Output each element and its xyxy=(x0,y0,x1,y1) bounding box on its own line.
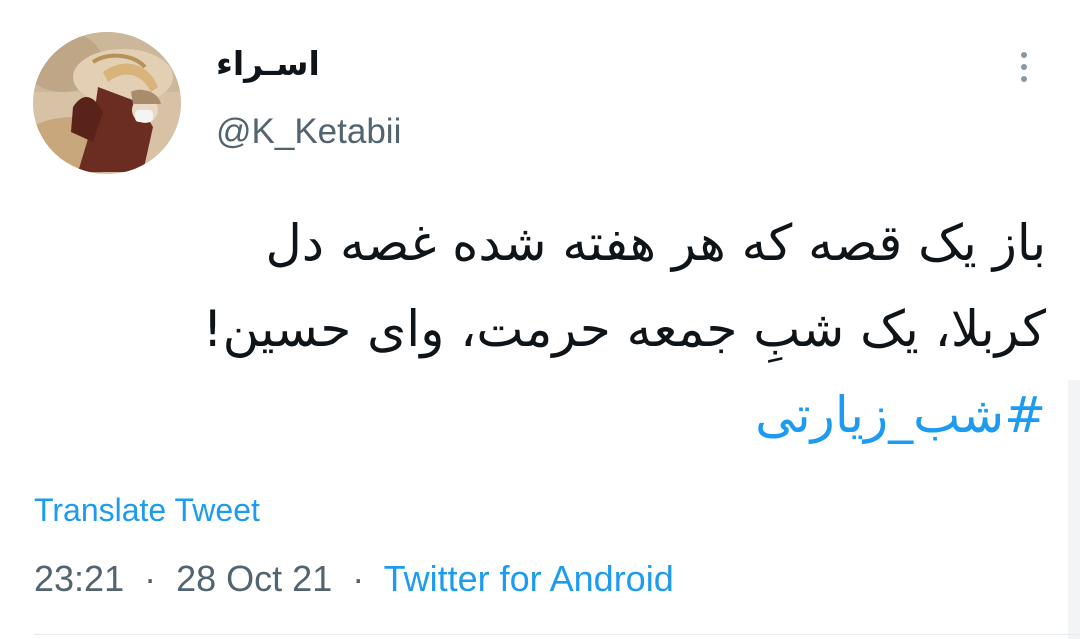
tweet-text: باز یک قصه که هر هفته شده غصه دل کربلا، … xyxy=(36,200,1046,458)
separator-dot: · xyxy=(342,558,375,599)
tweet-time[interactable]: 23:21 xyxy=(34,558,124,599)
divider xyxy=(34,634,1080,635)
translate-tweet-link[interactable]: Translate Tweet xyxy=(34,492,260,529)
tweet-date[interactable]: 28 Oct 21 xyxy=(176,558,332,599)
vertical-ellipsis-icon xyxy=(1021,52,1027,58)
more-options-button[interactable] xyxy=(1010,44,1038,90)
vertical-ellipsis-icon xyxy=(1021,76,1027,82)
vertical-ellipsis-icon xyxy=(1021,64,1027,70)
hashtag-link[interactable]: #شب_زیارتی xyxy=(36,372,1046,458)
display-name[interactable]: اسـراء xyxy=(216,44,320,83)
tweet-text-line: باز یک قصه که هر هفته شده غصه دل xyxy=(265,214,1046,272)
avatar[interactable] xyxy=(33,32,181,174)
tweet-detail: اسـراء @K_Ketabii باز یک قصه که هر هفته … xyxy=(0,0,1080,639)
scrollbar-track[interactable] xyxy=(1068,380,1080,639)
separator-dot: · xyxy=(134,558,167,599)
tweet-text-line: کربلا، یک شبِ جمعه حرمت، وای حسین! xyxy=(202,300,1046,358)
user-handle[interactable]: @K_Ketabii xyxy=(216,112,401,152)
tweet-metadata: 23:21 · 28 Oct 21 · Twitter for Android xyxy=(34,558,674,600)
profile-photo xyxy=(33,32,181,174)
tweet-source-link[interactable]: Twitter for Android xyxy=(384,558,674,599)
